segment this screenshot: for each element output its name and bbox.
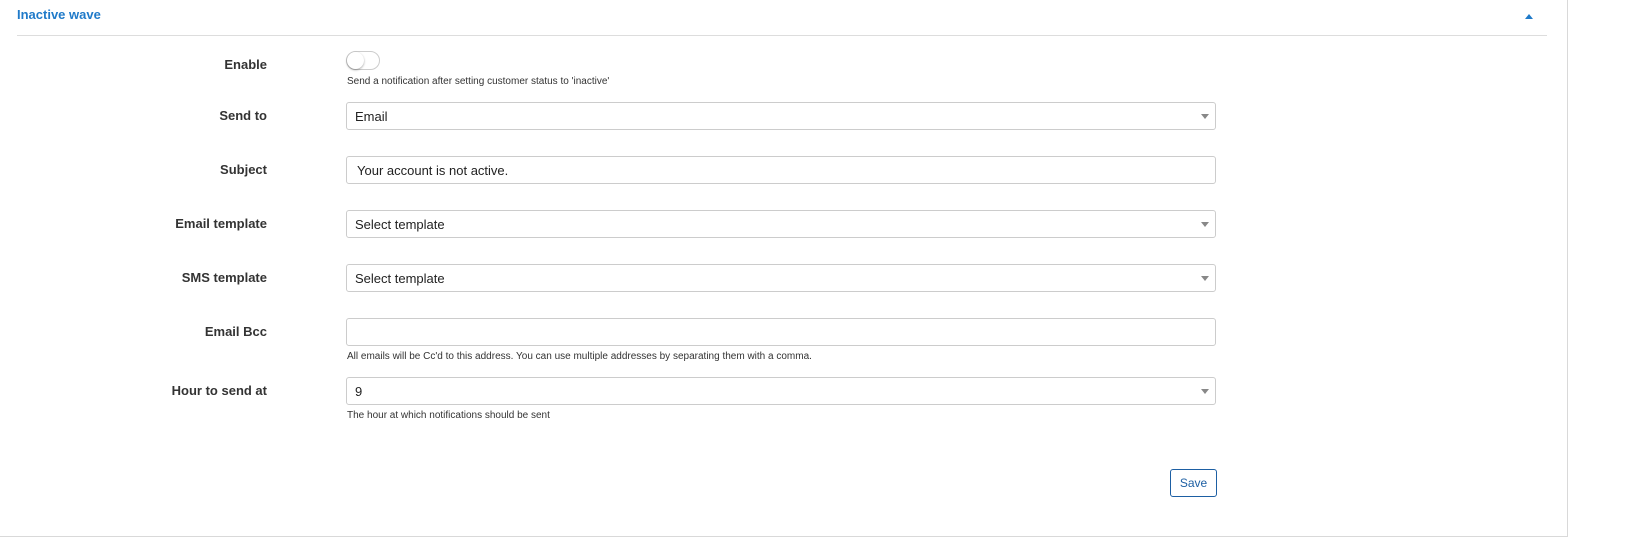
sms-template-select[interactable]: Select template: [346, 264, 1216, 292]
enable-toggle[interactable]: [346, 51, 380, 70]
chevron-down-icon: [1201, 222, 1209, 227]
sms-template-label: SMS template: [181, 270, 267, 285]
panel-header[interactable]: Inactive wave: [17, 0, 1547, 36]
send-to-label: Send to: [219, 108, 267, 123]
hour-to-send-value: 9: [355, 384, 363, 399]
sms-template-value: Select template: [355, 271, 445, 286]
email-bcc-help-text: All emails will be Cc'd to this address.…: [347, 351, 812, 362]
hour-to-send-help-text: The hour at which notifications should b…: [347, 410, 550, 421]
subject-label: Subject: [220, 162, 267, 177]
enable-label: Enable: [224, 57, 267, 72]
toggle-knob: [347, 52, 364, 69]
enable-help-text: Send a notification after setting custom…: [347, 76, 610, 87]
send-to-value: Email: [355, 109, 388, 124]
inactive-wave-panel: Inactive wave Enable Send a notification…: [0, 0, 1568, 537]
hour-to-send-select[interactable]: 9: [346, 377, 1216, 405]
chevron-down-icon: [1201, 276, 1209, 281]
chevron-down-icon: [1201, 114, 1209, 119]
subject-input[interactable]: Your account is not active.: [346, 156, 1216, 184]
caret-up-icon[interactable]: [1525, 14, 1533, 19]
subject-value: Your account is not active.: [357, 163, 509, 178]
hour-to-send-label: Hour to send at: [171, 383, 267, 398]
chevron-down-icon: [1201, 389, 1209, 394]
email-template-select[interactable]: Select template: [346, 210, 1216, 238]
save-button[interactable]: Save: [1170, 469, 1217, 497]
panel-title[interactable]: Inactive wave: [17, 7, 101, 22]
email-bcc-label: Email Bcc: [204, 324, 267, 339]
email-template-label: Email template: [175, 216, 267, 231]
email-bcc-input[interactable]: [346, 318, 1216, 346]
email-template-value: Select template: [355, 217, 445, 232]
send-to-select[interactable]: Email: [346, 102, 1216, 130]
